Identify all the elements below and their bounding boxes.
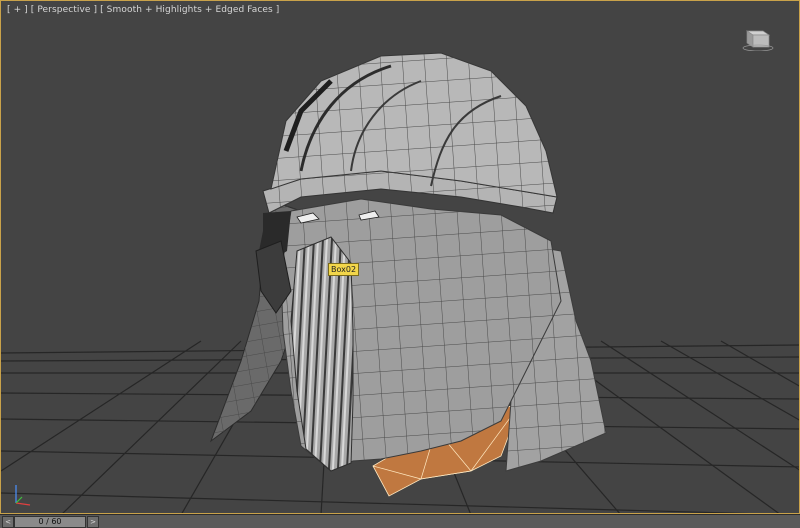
time-previous-button[interactable]: < (2, 516, 14, 528)
scene-canvas[interactable] (1, 1, 800, 514)
axis-tripod-icon (15, 485, 31, 506)
viewport-label: [ + ] [ Perspective ] [ Smooth + Highlig… (7, 5, 279, 15)
time-slider[interactable]: < 0 / 60 > (0, 514, 800, 528)
object-name-tooltip: Box02 (328, 263, 360, 276)
viewport-plus-menu[interactable]: [ + ] (7, 5, 28, 15)
viewport-view-menu[interactable]: [ Perspective ] (31, 5, 97, 15)
viewcube-icon[interactable] (741, 23, 775, 51)
helmet-mesh[interactable] (209, 52, 607, 497)
perspective-viewport[interactable]: [ + ] [ Perspective ] [ Smooth + Highlig… (0, 0, 800, 514)
time-next-button[interactable]: > (87, 516, 99, 528)
time-slider-thumb[interactable]: 0 / 60 (14, 516, 86, 528)
viewport-shading-menu[interactable]: [ Smooth + Highlights + Edged Faces ] (100, 5, 279, 15)
